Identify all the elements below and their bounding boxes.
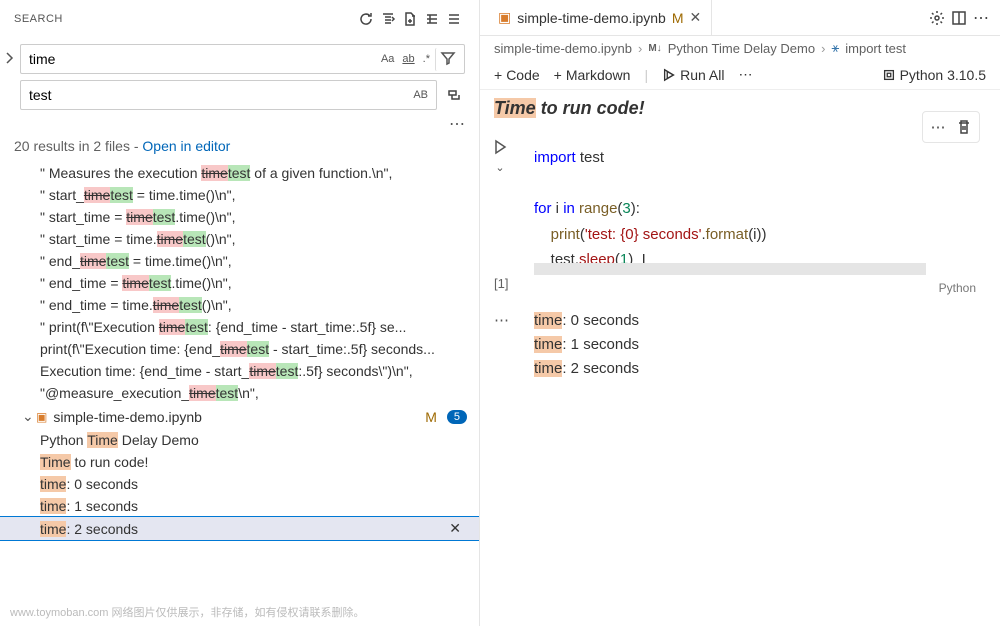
cell-actions: ⋯ [922, 111, 980, 143]
result-line[interactable]: time: 0 seconds [0, 473, 479, 495]
search-header: SEARCH [0, 0, 479, 38]
regex-icon[interactable]: .* [420, 51, 433, 67]
notebook-body[interactable]: Time to run code! ⌄ ⋯ import test for i … [480, 90, 1000, 626]
case-sensitive-icon[interactable]: Aa [378, 51, 397, 67]
cell-gutter: ⌄ [492, 139, 508, 174]
whole-word-icon[interactable]: ab [399, 51, 417, 67]
result-line[interactable]: " Measures the execution timetest of a g… [0, 162, 479, 184]
file-name: simple-time-demo.ipynb [53, 409, 425, 425]
result-line[interactable]: " start_time = time.timetest()\n", [0, 228, 479, 250]
results-summary: 20 results in 2 files - Open in editor [0, 134, 479, 162]
results-list[interactable]: " Measures the execution timetest of a g… [0, 162, 479, 598]
markdown-cell[interactable]: Time to run code! [494, 98, 986, 119]
result-line[interactable]: " start_timetest = time.time()\n", [0, 184, 479, 206]
cell-output: ⋯ time: 0 secondstime: 1 secondstime: 2 … [494, 309, 986, 381]
markdown-badge: M↓ [648, 43, 661, 54]
clear-icon[interactable] [377, 8, 399, 30]
run-all-button[interactable]: Run All [662, 67, 724, 83]
cell-more-icon[interactable]: ⋯ [927, 116, 949, 138]
split-icon[interactable] [948, 7, 970, 29]
add-markdown-button[interactable]: + Markdown [554, 67, 631, 83]
close-icon[interactable]: ✕ [690, 9, 702, 26]
toggle-replace-icon[interactable] [2, 50, 18, 71]
result-line[interactable]: " end_timetest = time.time()\n", [0, 250, 479, 272]
open-in-editor-link[interactable]: Open in editor [142, 138, 230, 154]
code-cell[interactable]: ⌄ ⋯ import test for i in range(3): print… [494, 139, 986, 297]
result-line[interactable]: time: 2 seconds✕ [0, 517, 479, 540]
footer-note: www.toymoban.com 网络图片仅供展示，非存储，如有侵权请联系删除。 [0, 598, 479, 626]
run-cell-icon[interactable] [492, 139, 508, 159]
preserve-case-icon[interactable]: AB [410, 87, 431, 103]
result-line[interactable]: " end_time = timetest.time()\n", [0, 272, 479, 294]
settings-icon[interactable] [926, 7, 948, 29]
crumb-symbol[interactable]: import test [845, 41, 906, 56]
result-line[interactable]: print(f\"Execution time: {end_timetest -… [0, 338, 479, 360]
editor-tab[interactable]: ▣ simple-time-demo.ipynb M ✕ [488, 0, 712, 35]
editor-pane: ▣ simple-time-demo.ipynb M ✕ ⋯ simple-ti… [480, 0, 1000, 626]
output-line: time: 1 seconds [534, 333, 986, 357]
new-file-icon[interactable] [399, 8, 421, 30]
notebook-icon: ▣ [36, 410, 47, 424]
result-line[interactable]: Execution time: {end_time - start_timete… [0, 360, 479, 382]
result-line[interactable]: " end_time = time.timetest()\n", [0, 294, 479, 316]
dismiss-icon[interactable]: ✕ [449, 520, 467, 537]
replace-all-icon[interactable] [443, 84, 465, 106]
code-content[interactable]: import test for i in range(3): print('te… [494, 139, 986, 279]
output-line: time: 0 seconds [534, 309, 986, 333]
find-options: Aa ab .* [378, 48, 459, 71]
expand-icon[interactable] [443, 8, 465, 30]
python-icon: ⚹ [831, 40, 839, 56]
horizontal-scrollbar[interactable] [534, 263, 926, 275]
replace-input[interactable] [20, 80, 437, 110]
chevron-down-icon[interactable]: ⌄ [22, 408, 36, 425]
result-line[interactable]: " print(f\"Execution timetest: {end_time… [0, 316, 479, 338]
result-line[interactable]: Time to run code! [0, 451, 479, 473]
chevron-right-icon: › [821, 41, 825, 56]
refresh-icon[interactable] [355, 8, 377, 30]
cell-language[interactable]: Python [939, 281, 976, 295]
execution-count: [1] [494, 276, 508, 291]
modified-badge: M [425, 409, 437, 425]
collapse-icon[interactable] [421, 8, 443, 30]
chevron-down-icon[interactable]: ⌄ [495, 161, 504, 174]
filter-icon[interactable] [435, 48, 459, 71]
result-line[interactable]: Python Time Delay Demo [0, 429, 479, 451]
result-line[interactable]: " start_time = timetest.time()\n", [0, 206, 479, 228]
crumb-file[interactable]: simple-time-demo.ipynb [494, 41, 632, 56]
cell-footer: [1] Python [494, 279, 986, 297]
search-more-icon[interactable]: ⋯ [0, 114, 479, 134]
more-icon[interactable]: ⋯ [970, 7, 992, 29]
notebook-icon: ▣ [498, 9, 511, 26]
toolbar-more-icon[interactable]: ⋯ [738, 66, 752, 83]
search-sidebar: SEARCH Aa ab .* AB ⋯ [0, 0, 480, 626]
file-result-header[interactable]: ⌄ ▣ simple-time-demo.ipynb M 5 [0, 404, 479, 429]
find-row: Aa ab .* [20, 44, 465, 74]
replace-row: AB [20, 80, 465, 110]
add-code-button[interactable]: + Code [494, 67, 540, 83]
replace-options: AB [410, 87, 431, 103]
breadcrumbs[interactable]: simple-time-demo.ipynb › M↓ Python Time … [480, 36, 1000, 60]
kernel-picker[interactable]: Python 3.10.5 [882, 67, 986, 83]
count-badge: 5 [447, 410, 467, 424]
search-inputs: Aa ab .* AB [0, 38, 479, 114]
crumb-cell[interactable]: Python Time Delay Demo [668, 41, 815, 56]
tab-label: simple-time-demo.ipynb [517, 10, 666, 26]
search-title: SEARCH [14, 13, 355, 25]
output-line: time: 2 seconds [534, 357, 986, 381]
chevron-right-icon: › [638, 41, 642, 56]
result-line[interactable]: time: 1 seconds [0, 495, 479, 517]
delete-cell-icon[interactable] [953, 116, 975, 138]
tab-bar: ▣ simple-time-demo.ipynb M ✕ ⋯ [480, 0, 1000, 36]
result-line[interactable]: "@measure_execution_timetest\n", [0, 382, 479, 404]
modified-indicator: M [672, 10, 684, 26]
output-more-icon[interactable]: ⋯ [494, 309, 509, 333]
notebook-toolbar: + Code + Markdown | Run All ⋯ Python 3.1… [480, 60, 1000, 90]
